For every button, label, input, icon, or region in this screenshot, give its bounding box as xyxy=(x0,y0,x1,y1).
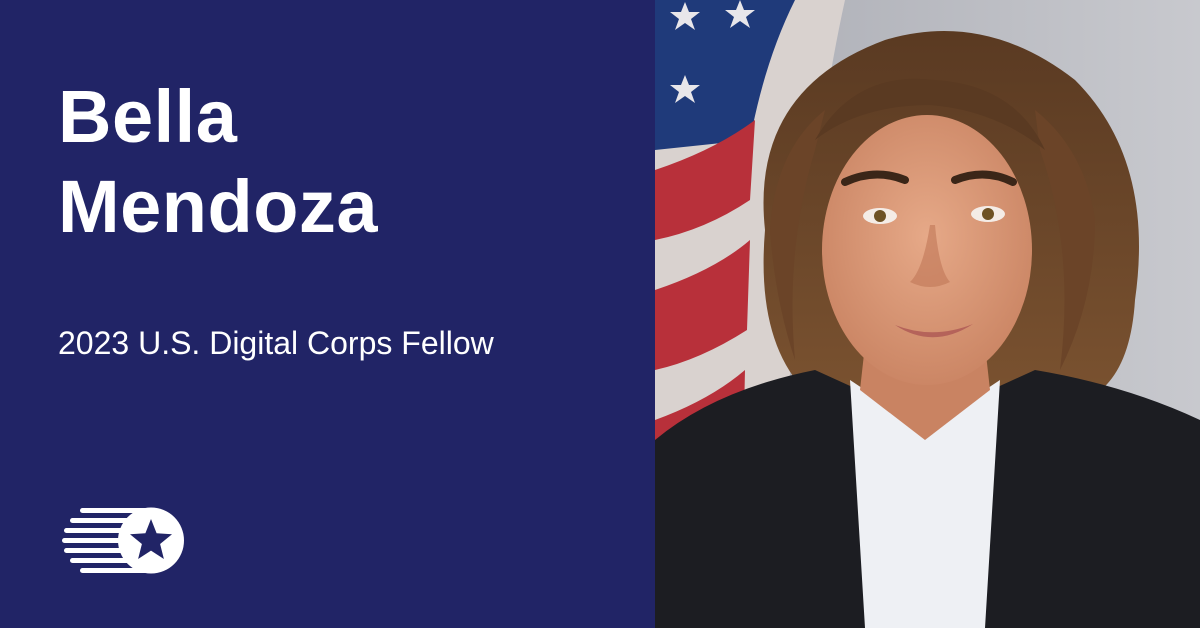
portrait-photo xyxy=(655,0,1200,628)
digital-corps-star-logo-icon xyxy=(62,507,184,574)
person-last-name: Mendoza xyxy=(58,165,379,248)
left-panel: Bella Mendoza 2023 U.S. Digital Corps Fe… xyxy=(0,0,655,628)
person-name: Bella Mendoza xyxy=(58,72,378,252)
person-title: 2023 U.S. Digital Corps Fellow xyxy=(58,325,494,361)
person-first-name: Bella xyxy=(58,75,238,158)
